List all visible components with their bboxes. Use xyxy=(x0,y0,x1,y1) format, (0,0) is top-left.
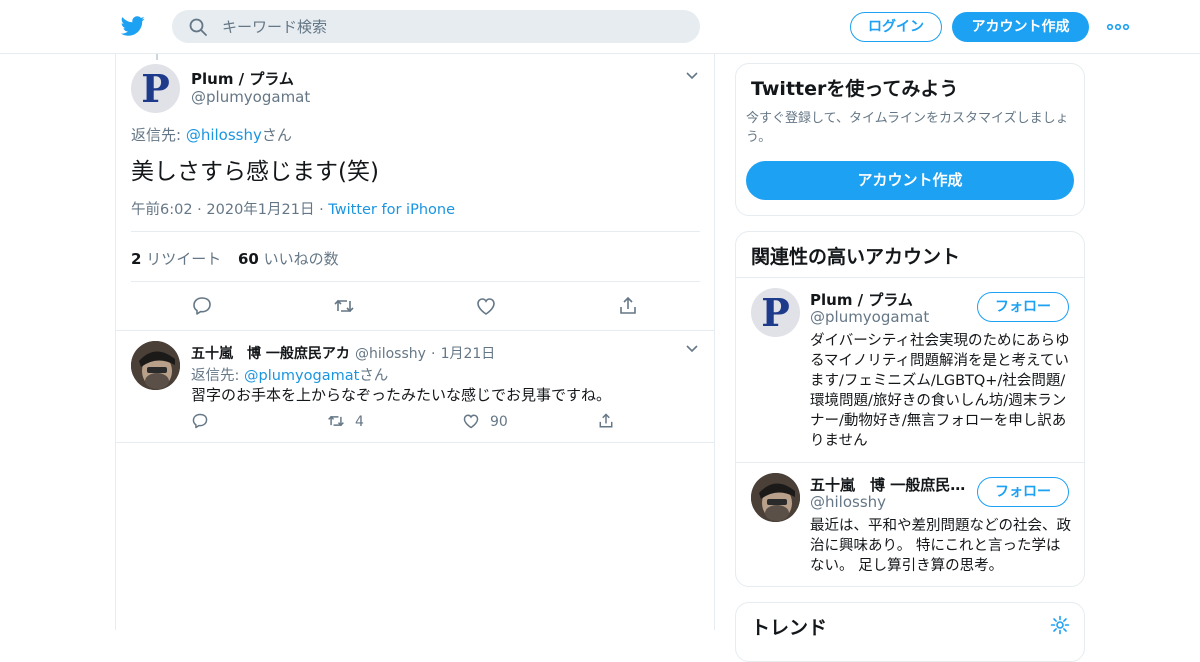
divider xyxy=(736,277,1084,278)
thread-line xyxy=(156,54,158,60)
account-handle[interactable]: @plumyogamat xyxy=(810,308,929,326)
like-icon[interactable] xyxy=(475,295,497,317)
description-line: 今すぐ登録して、タイムラインをカスタマイズしましょ xyxy=(746,111,1069,126)
chevron-down-icon[interactable] xyxy=(685,344,699,354)
like-count: 90 xyxy=(490,414,508,430)
avatar[interactable] xyxy=(751,473,800,522)
login-button[interactable]: ログイン xyxy=(850,12,942,42)
reply-icon[interactable] xyxy=(191,412,209,430)
account-bio: 最近は、平和や差別問題などの社会、政治に興味あり。 特にこれと言った学はない。 … xyxy=(810,518,1071,574)
signup-button[interactable]: アカウント作成 xyxy=(952,12,1089,42)
signup-card: Twitterを使ってみよう 今すぐ登録して、タイムラインをカスタマイズしましょ… xyxy=(735,63,1085,216)
avatar[interactable]: P xyxy=(751,288,800,337)
account-name[interactable]: 五十嵐 博 一般庶民… xyxy=(810,474,965,495)
reply-author-handle[interactable]: @hilosshy xyxy=(355,346,426,362)
divider xyxy=(131,281,700,282)
trends-card: トレンド xyxy=(735,602,1085,662)
tweet-source[interactable]: Twitter for iPhone xyxy=(328,202,455,218)
search-input[interactable] xyxy=(222,10,682,43)
card-title: トレンド xyxy=(751,617,828,639)
avatar[interactable] xyxy=(131,341,180,390)
follow-button[interactable]: フォロー xyxy=(977,292,1069,322)
account-name[interactable]: Plum / プラム xyxy=(810,289,913,310)
card-title: 関連性の高いアカウント xyxy=(751,246,961,268)
reply-prefix: 返信先: xyxy=(191,368,240,384)
retweets-label: リツイート xyxy=(146,250,222,268)
reply-author-name[interactable]: 五十嵐 博 一般庶民アカ xyxy=(191,346,350,362)
date-separator: · xyxy=(431,346,436,362)
author-name[interactable]: Plum / プラム xyxy=(191,68,294,89)
reply-to-link[interactable]: @plumyogamat xyxy=(244,368,359,384)
likes-count: 60 xyxy=(238,250,259,268)
card-title: Twitterを使ってみよう xyxy=(751,78,959,100)
avatar[interactable]: P xyxy=(131,64,180,113)
top-bar: ログイン アカウント作成 xyxy=(0,0,1200,54)
meta-separator: · xyxy=(319,202,324,218)
twitter-bird-icon[interactable] xyxy=(120,14,146,38)
tweet-text: 美しさすら感じます(笑) xyxy=(131,159,379,185)
reply-header: 五十嵐 博 一般庶民アカ @hilosshy · 1月21日 xyxy=(191,343,495,363)
author-handle[interactable]: @plumyogamat xyxy=(191,88,310,106)
divider xyxy=(131,231,700,232)
reply-suffix: さん xyxy=(359,368,389,384)
retweet-icon[interactable] xyxy=(326,412,346,430)
retweet-count: 4 xyxy=(355,414,364,430)
account-bio: ダイバーシティ社会実現のためにあらゆるマイノリティ問題解消を是と考えています/フ… xyxy=(810,333,1070,449)
likes-stat[interactable]: 60 いいねの数 xyxy=(238,248,339,269)
reply-suffix: さん xyxy=(261,126,292,144)
gear-icon[interactable] xyxy=(1050,615,1070,635)
avatar-photo-icon xyxy=(131,341,180,390)
tweet-meta: 午前6:02 · 2020年1月21日 · Twitter for iPhone xyxy=(131,198,455,219)
reply-context: 返信先: @plumyogamatさん xyxy=(191,364,388,385)
reply-prefix: 返信先: xyxy=(131,126,182,144)
description-line: う。 xyxy=(746,130,772,145)
search-icon xyxy=(189,18,207,36)
retweets-stat[interactable]: 2 リツイート xyxy=(131,248,221,269)
signup-card-button[interactable]: アカウント作成 xyxy=(746,161,1074,200)
retweet-icon[interactable] xyxy=(333,295,355,317)
reply-date[interactable]: 1月21日 xyxy=(441,346,496,362)
like-icon[interactable] xyxy=(461,412,481,430)
main-timeline: P Plum / プラム @plumyogamat 返信先: @hilosshy… xyxy=(115,54,715,630)
chevron-down-icon[interactable] xyxy=(685,71,699,81)
reply-icon[interactable] xyxy=(191,295,213,317)
divider xyxy=(736,462,1084,463)
account-handle[interactable]: @hilosshy xyxy=(810,493,886,511)
share-icon[interactable] xyxy=(596,412,616,430)
reply-context: 返信先: @hilosshyさん xyxy=(131,124,292,145)
retweets-count: 2 xyxy=(131,250,142,268)
likes-label: いいねの数 xyxy=(263,250,339,268)
more-dots-icon[interactable] xyxy=(1106,20,1130,34)
tweet-time[interactable]: 午前6:02 · 2020年1月21日 xyxy=(131,202,314,218)
reply-to-link[interactable]: @hilosshy xyxy=(186,126,262,144)
avatar-photo-icon xyxy=(751,473,800,522)
card-description: 今すぐ登録して、タイムラインをカスタマイズしましょ う。 xyxy=(746,109,1069,147)
divider xyxy=(116,330,714,331)
share-icon[interactable] xyxy=(617,295,639,317)
follow-button[interactable]: フォロー xyxy=(977,477,1069,507)
related-accounts-card: 関連性の高いアカウント P Plum / プラム @plumyogamat フォ… xyxy=(735,231,1085,587)
search-box[interactable] xyxy=(172,10,700,43)
reply-text: 習字のお手本を上からなぞったみたいな感じでお見事ですね。 xyxy=(191,386,612,404)
divider xyxy=(116,442,714,443)
